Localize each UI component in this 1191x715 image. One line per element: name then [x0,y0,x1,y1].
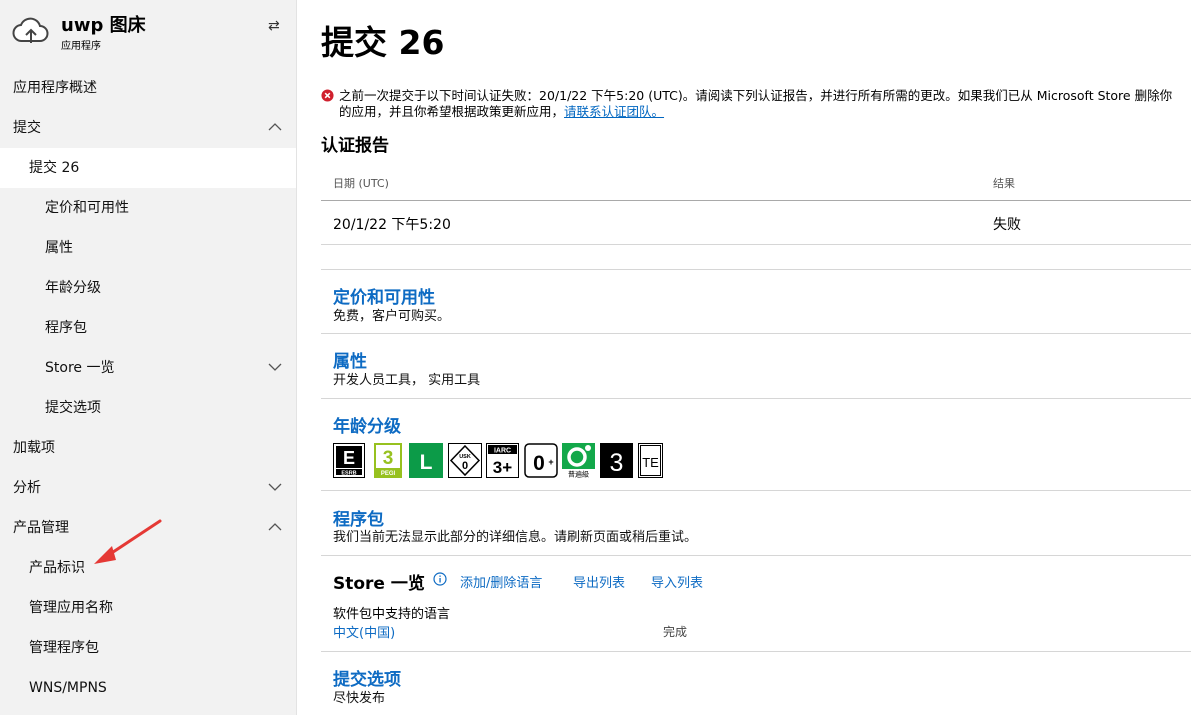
app-header: uwp 图床 应用程序 ⇄ [0,0,297,60]
sidebar-item-manage-packages[interactable]: 管理程序包 [0,628,296,668]
report-title: 认证报告 [321,136,389,156]
age-rating-section-link[interactable]: 年龄分级 [333,412,401,437]
collapse-icon[interactable]: ⇄ [268,18,280,34]
contact-certification-link[interactable]: 请联系认证团队。 [564,104,664,119]
sidebar-item-label: 提交 [13,120,41,136]
chevron-up-icon [268,523,282,531]
sidebar-item-label: 年龄分级 [45,280,101,296]
sidebar-item-label: Store 一览 [45,360,115,376]
table-divider [321,200,1191,201]
esrb-e-badge: E ESRB [333,443,365,478]
column-header-date: 日期 (UTC) [333,177,389,190]
table-divider [321,244,1191,245]
general-rating-badge: 普遍級 [562,443,595,478]
error-text: 之前一次提交于以下时间认证失败：20/1/22 下午5:20 (UTC)。请阅读… [339,88,1173,119]
usk-0-badge: USK 0 [448,443,482,478]
sidebar-item-wns-mpns[interactable]: WNS/MPNS [0,668,296,708]
properties-summary: 开发人员工具， 实用工具 [333,373,481,388]
svg-text:0: 0 [462,460,468,472]
sidebar-item-label: 管理程序包 [29,640,99,656]
svg-text:IARC: IARC [494,448,511,455]
app-subtitle: 应用程序 [61,41,101,52]
cloud-upload-icon [12,17,49,43]
svg-text:E: E [343,448,355,468]
sidebar: uwp 图床 应用程序 ⇄ 应用程序概述 提交 提交 26 定价和可用性 属性 … [0,0,297,715]
classind-l-badge: L [409,443,443,478]
info-icon[interactable] [433,572,447,586]
packages-message: 我们当前无法显示此部分的详细信息。请刷新页面或稍后重试。 [333,530,698,545]
chevron-up-icon [268,123,282,131]
report-result-cell: 失败 [993,217,1021,233]
svg-text:3+: 3+ [493,458,512,477]
sidebar-item-analytics[interactable]: 分析 [0,468,296,508]
sidebar-item-label: 产品标识 [29,560,85,576]
iarc-3-badge: IARC 3+ [486,443,519,478]
error-message: 之前一次提交于以下时间认证失败：20/1/22 下午5:20 (UTC)。请阅读… [339,88,1181,120]
sidebar-item-label: 提交 26 [29,160,80,176]
sidebar-item-label: 分析 [13,480,41,496]
sidebar-item-packages[interactable]: 程序包 [0,308,296,348]
sidebar-item-properties[interactable]: 属性 [0,228,296,268]
column-header-result: 结果 [993,177,1015,190]
sidebar-item-label: 定价和可用性 [45,200,129,216]
sidebar-item-submission[interactable]: 提交 [0,108,296,148]
sidebar-item-label: 产品管理 [13,520,69,536]
svg-text:0: 0 [533,452,545,475]
sidebar-item-label: 提交选项 [45,400,101,416]
sidebar-item-label: WNS/MPNS [29,680,107,696]
svg-text:PEGI: PEGI [381,471,396,477]
supported-languages-label: 软件包中支持的语言 [333,607,451,622]
chevron-down-icon [268,483,282,491]
export-list-link[interactable]: 导出列表 [573,572,625,591]
sidebar-item-store-listing[interactable]: Store 一览 [0,348,296,388]
sidebar-item-app-overview[interactable]: 应用程序概述 [0,68,296,108]
section-divider [321,269,1191,270]
submission-options-summary: 尽快发布 [333,691,386,706]
sidebar-item-submission-options[interactable]: 提交选项 [0,388,296,428]
sidebar-item-addons[interactable]: 加载项 [0,428,296,468]
rating-0-plus-badge: 0 + [524,443,558,478]
add-remove-language-link[interactable]: 添加/删除语言 [460,572,542,591]
app-name: uwp 图床 [61,15,146,36]
sidebar-item-pricing[interactable]: 定价和可用性 [0,188,296,228]
section-divider [321,398,1191,399]
svg-text:3: 3 [610,449,624,477]
sidebar-item-product-identity[interactable]: 产品标识 [0,548,296,588]
sidebar-item-label: 加载项 [13,440,55,456]
svg-text:3: 3 [383,448,394,469]
report-date-cell: 20/1/22 下午5:20 [333,217,451,233]
sidebar-item-label: 管理应用名称 [29,600,113,616]
svg-text:普遍級: 普遍級 [568,470,589,479]
sidebar-item-label: 属性 [45,240,73,256]
section-divider [321,490,1191,491]
section-divider [321,555,1191,556]
te-rating-badge: TE [638,443,663,478]
section-divider [321,651,1191,652]
rating-3-badge: 3 [600,443,633,478]
svg-text:+: + [548,457,553,467]
sidebar-item-product-management[interactable]: 产品管理 [0,508,296,548]
pegi-3-badge: 3 PEGI [374,443,402,478]
svg-text:L: L [420,451,433,474]
pricing-summary: 免费，客户可购买。 [333,309,451,324]
sidebar-item-age-rating[interactable]: 年龄分级 [0,268,296,308]
sidebar-item-manage-app-names[interactable]: 管理应用名称 [0,588,296,628]
language-status: 完成 [663,625,688,639]
store-listing-title: Store 一览 [333,574,425,594]
sidebar-item-label: 程序包 [45,320,87,336]
section-divider [321,333,1191,334]
chevron-down-icon [268,363,282,371]
svg-text:ESRB: ESRB [341,471,356,477]
error-icon [321,89,334,102]
page-title: 提交 26 [321,23,445,62]
language-link-zh-cn[interactable]: 中文(中国) [333,622,395,641]
main-content: 提交 26 之前一次提交于以下时间认证失败：20/1/22 下午5:20 (UT… [297,0,1191,715]
import-list-link[interactable]: 导入列表 [651,572,703,591]
sidebar-item-label: 应用程序概述 [13,80,97,96]
svg-text:TE: TE [642,455,659,470]
sidebar-item-submission-26[interactable]: 提交 26 [0,148,296,188]
